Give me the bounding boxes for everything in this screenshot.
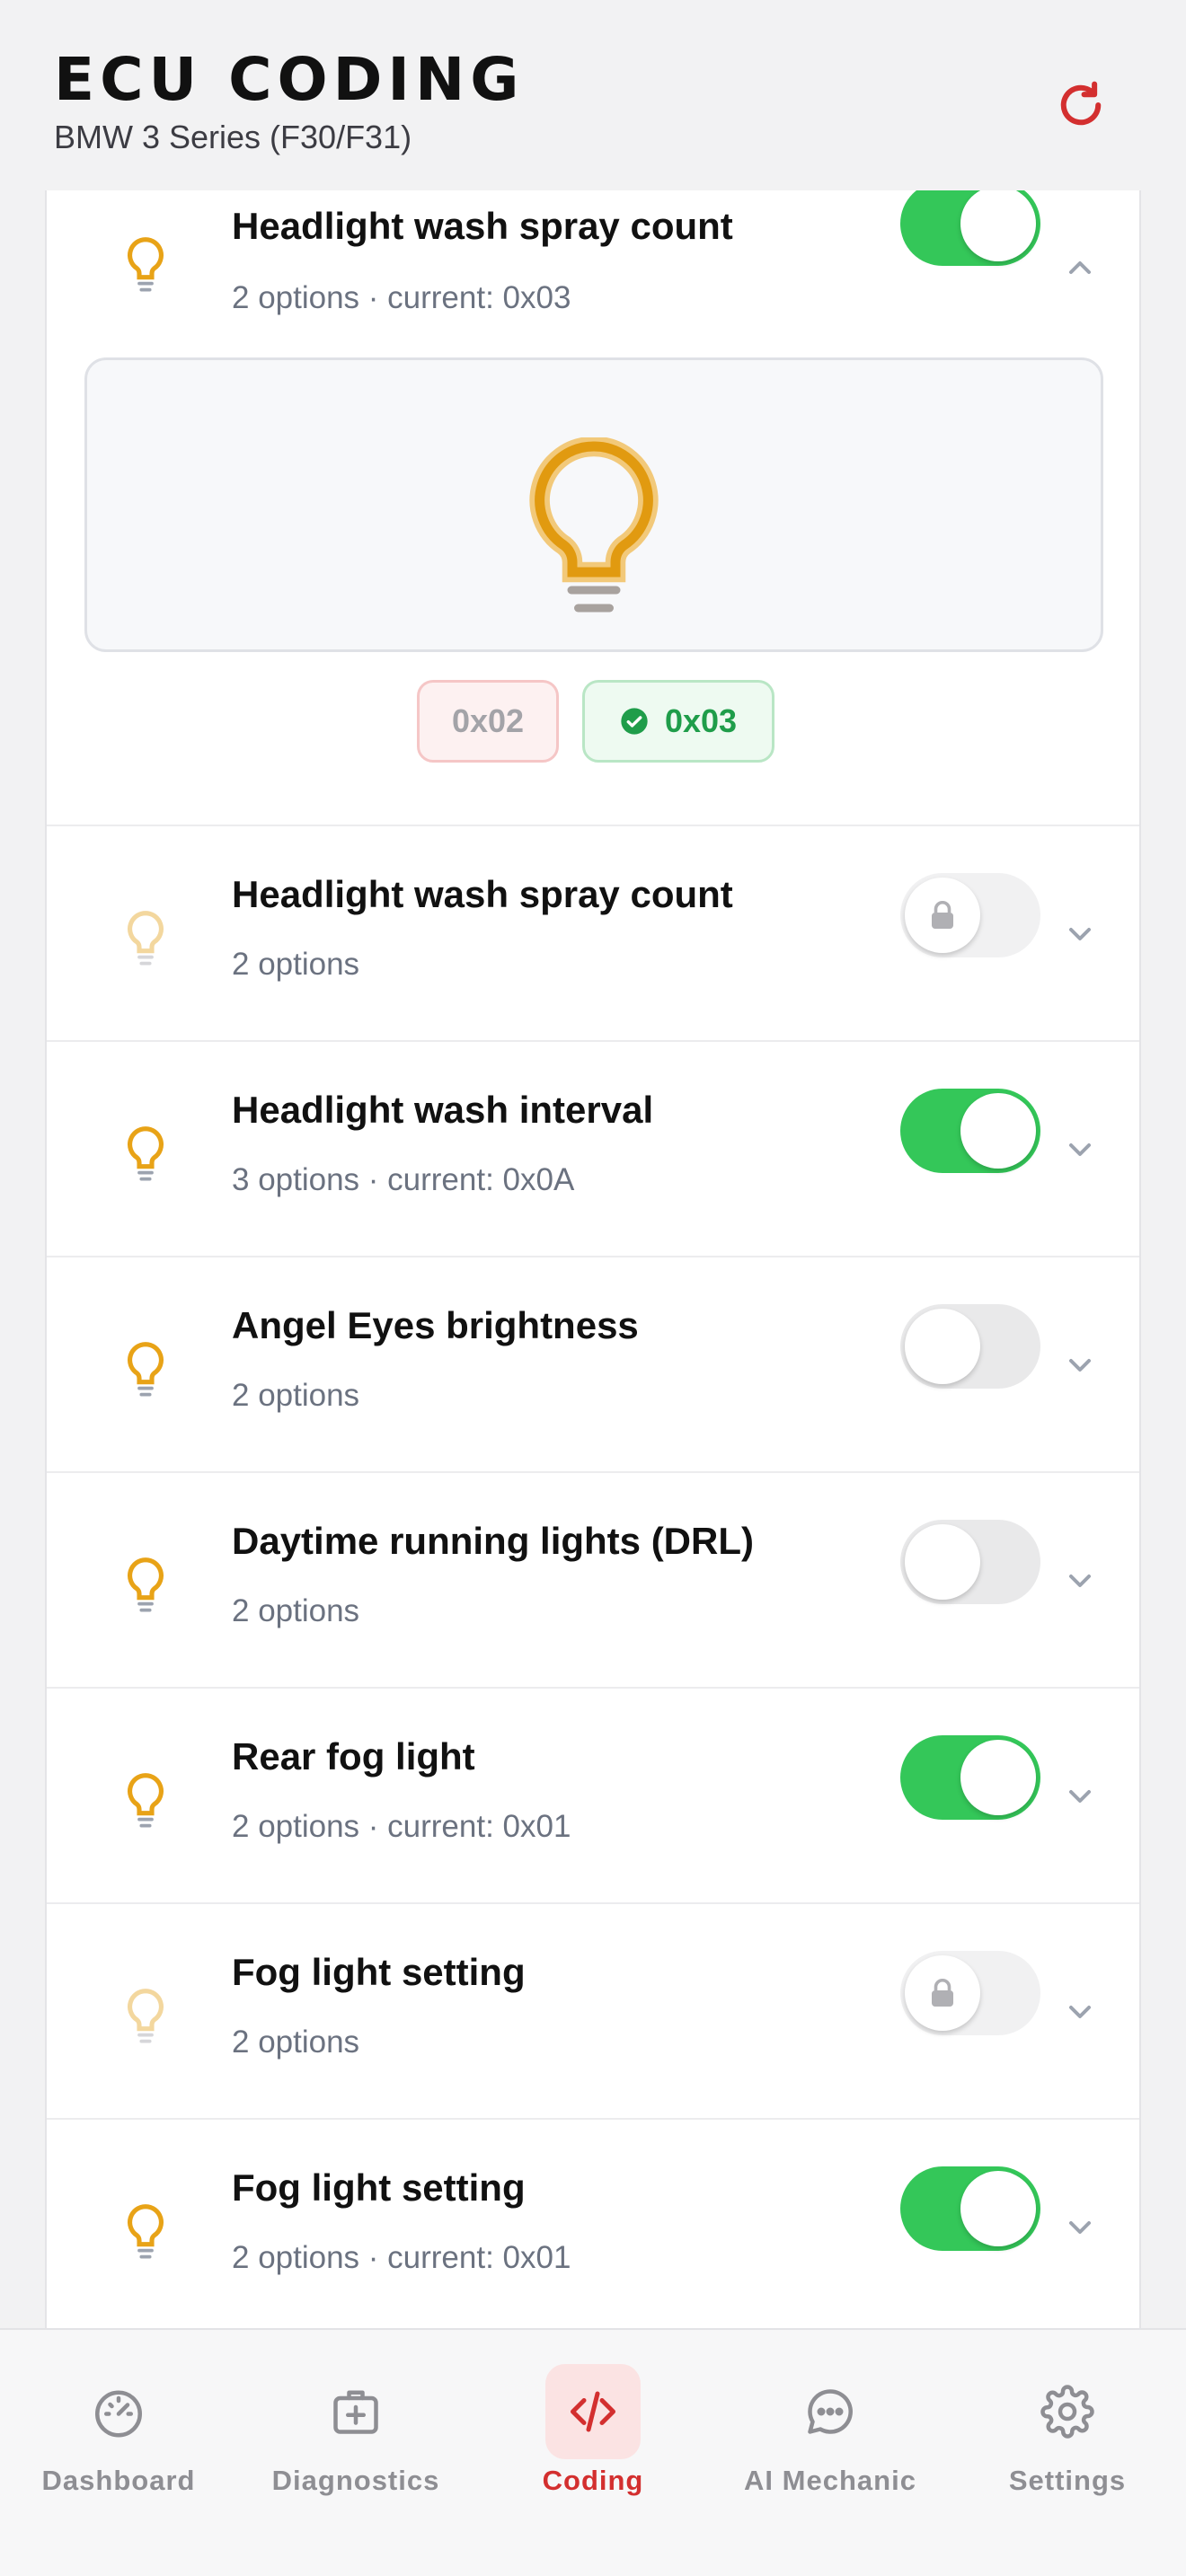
toggle-knob [905, 1955, 980, 2031]
page-title: ECU CODING [54, 45, 525, 114]
row-title: Daytime running lights (DRL) [232, 1520, 754, 1562]
tab-ai-mechanic[interactable]: AI Mechanic [712, 2330, 949, 2510]
enable-toggle-locked[interactable] [900, 873, 1040, 957]
lock-icon [932, 1979, 953, 2007]
chevron-down-icon[interactable] [1062, 1778, 1098, 1814]
row-title: Fog light setting [232, 1951, 526, 1993]
chevron-down-icon[interactable] [1062, 1994, 1098, 2030]
toggle-knob [905, 878, 980, 953]
bottom-tab-bar: Dashboard Diagnostics Coding AI Mechanic [0, 2328, 1186, 2576]
row-subtitle: 2 options · current: 0x03 [232, 280, 571, 315]
lightbulb-icon [127, 1773, 164, 1828]
tab-icon-wrap [308, 2364, 403, 2459]
enable-toggle[interactable] [900, 1735, 1040, 1820]
refresh-icon[interactable] [1051, 75, 1111, 135]
coding-row-headlight-wash-spray-count-locked[interactable]: Headlight wash spray count 2 options [47, 826, 1139, 1042]
lightbulb-icon [127, 1989, 164, 2043]
option-preview [84, 357, 1103, 652]
tab-diagnostics[interactable]: Diagnostics [237, 2330, 474, 2510]
lightbulb-icon [529, 437, 659, 613]
lightbulb-icon [127, 1342, 164, 1397]
gauge-icon [95, 2390, 142, 2438]
toggle-knob [960, 1093, 1036, 1169]
row-subtitle: 2 options [232, 947, 360, 982]
toggle-knob [960, 190, 1036, 261]
gear-icon [1040, 2385, 1094, 2439]
vehicle-subtitle: BMW 3 Series (F30/F31) [54, 119, 412, 155]
chevron-down-icon[interactable] [1062, 1563, 1098, 1599]
lightbulb-icon [127, 1557, 164, 1612]
row-title: Headlight wash spray count [232, 873, 733, 915]
coding-row-headlight-wash-spray-count[interactable]: Headlight wash spray count 2 options · c… [47, 190, 1139, 826]
tab-coding[interactable]: Coding [474, 2330, 712, 2510]
coding-row-angel-eyes-brightness[interactable]: Angel Eyes brightness 2 options [47, 1257, 1139, 1473]
enable-toggle[interactable] [900, 190, 1040, 266]
check-circle-icon [621, 708, 648, 735]
coding-row-daytime-running-lights[interactable]: Daytime running lights (DRL) 2 options [47, 1473, 1139, 1689]
chevron-down-icon[interactable] [1062, 1132, 1098, 1168]
tab-icon-wrap [71, 2364, 166, 2459]
option-label: 0x03 [664, 702, 738, 739]
row-title: Headlight wash interval [232, 1089, 654, 1131]
enable-toggle[interactable] [900, 1304, 1040, 1389]
chevron-down-icon[interactable] [1062, 1347, 1098, 1383]
tab-label: Diagnostics [271, 2465, 440, 2496]
tab-dashboard[interactable]: Dashboard [0, 2330, 237, 2510]
row-subtitle: 2 options [232, 2025, 360, 2060]
enable-toggle[interactable] [900, 1089, 1040, 1173]
row-title: Rear fog light [232, 1735, 475, 1778]
chevron-down-icon[interactable] [1062, 2210, 1098, 2245]
row-subtitle: 2 options · current: 0x01 [232, 1809, 571, 1844]
enable-toggle-locked[interactable] [900, 1951, 1040, 2035]
option-chip-selected[interactable]: 0x03 [582, 680, 774, 763]
row-subtitle: 2 options [232, 1593, 360, 1628]
toggle-knob [905, 1524, 980, 1600]
lightbulb-icon [127, 911, 164, 966]
enable-toggle[interactable] [900, 1520, 1040, 1604]
tab-label: Dashboard [41, 2465, 196, 2496]
coding-row-fog-light-setting[interactable]: Fog light setting 2 options · current: 0… [47, 2120, 1139, 2328]
tab-icon-wrap [783, 2364, 878, 2459]
tab-settings[interactable]: Settings [949, 2330, 1186, 2510]
chat-icon [808, 2389, 853, 2434]
toggle-knob [960, 2171, 1036, 2246]
code-icon [571, 2391, 615, 2432]
tab-icon-wrap [545, 2364, 641, 2459]
lightbulb-icon [127, 237, 164, 292]
tab-label: Coding [542, 2465, 644, 2496]
option-label: 0x02 [451, 702, 525, 739]
row-title: Angel Eyes brightness [232, 1304, 639, 1346]
chevron-up-icon[interactable] [1062, 250, 1098, 286]
medkit-icon [333, 2390, 378, 2434]
lightbulb-icon [127, 1126, 164, 1181]
row-subtitle: 3 options · current: 0x0A [232, 1162, 575, 1197]
coding-row-headlight-wash-interval[interactable]: Headlight wash interval 3 options · curr… [47, 1042, 1139, 1257]
lightbulb-icon [127, 2204, 164, 2259]
tab-label: AI Mechanic [744, 2465, 916, 2496]
coding-row-rear-fog-light[interactable]: Rear fog light 2 options · current: 0x01 [47, 1689, 1139, 1904]
header: ECU CODING BMW 3 Series (F30/F31) [0, 0, 1186, 190]
toggle-knob [905, 1309, 980, 1384]
row-title: Headlight wash spray count [232, 205, 733, 247]
lock-icon [932, 901, 953, 929]
toggle-knob [960, 1740, 1036, 1815]
row-subtitle: 2 options [232, 1378, 360, 1413]
row-title: Fog light setting [232, 2166, 526, 2209]
tab-label: Settings [1008, 2465, 1127, 2496]
coding-row-fog-light-setting-locked[interactable]: Fog light setting 2 options [47, 1904, 1139, 2120]
enable-toggle[interactable] [900, 2166, 1040, 2251]
chevron-down-icon[interactable] [1062, 916, 1098, 952]
coding-list: Headlight wash spray count 2 options · c… [45, 190, 1141, 2328]
option-chip[interactable]: 0x02 [417, 680, 559, 763]
tab-icon-wrap [1020, 2364, 1115, 2459]
row-subtitle: 2 options · current: 0x01 [232, 2240, 571, 2275]
